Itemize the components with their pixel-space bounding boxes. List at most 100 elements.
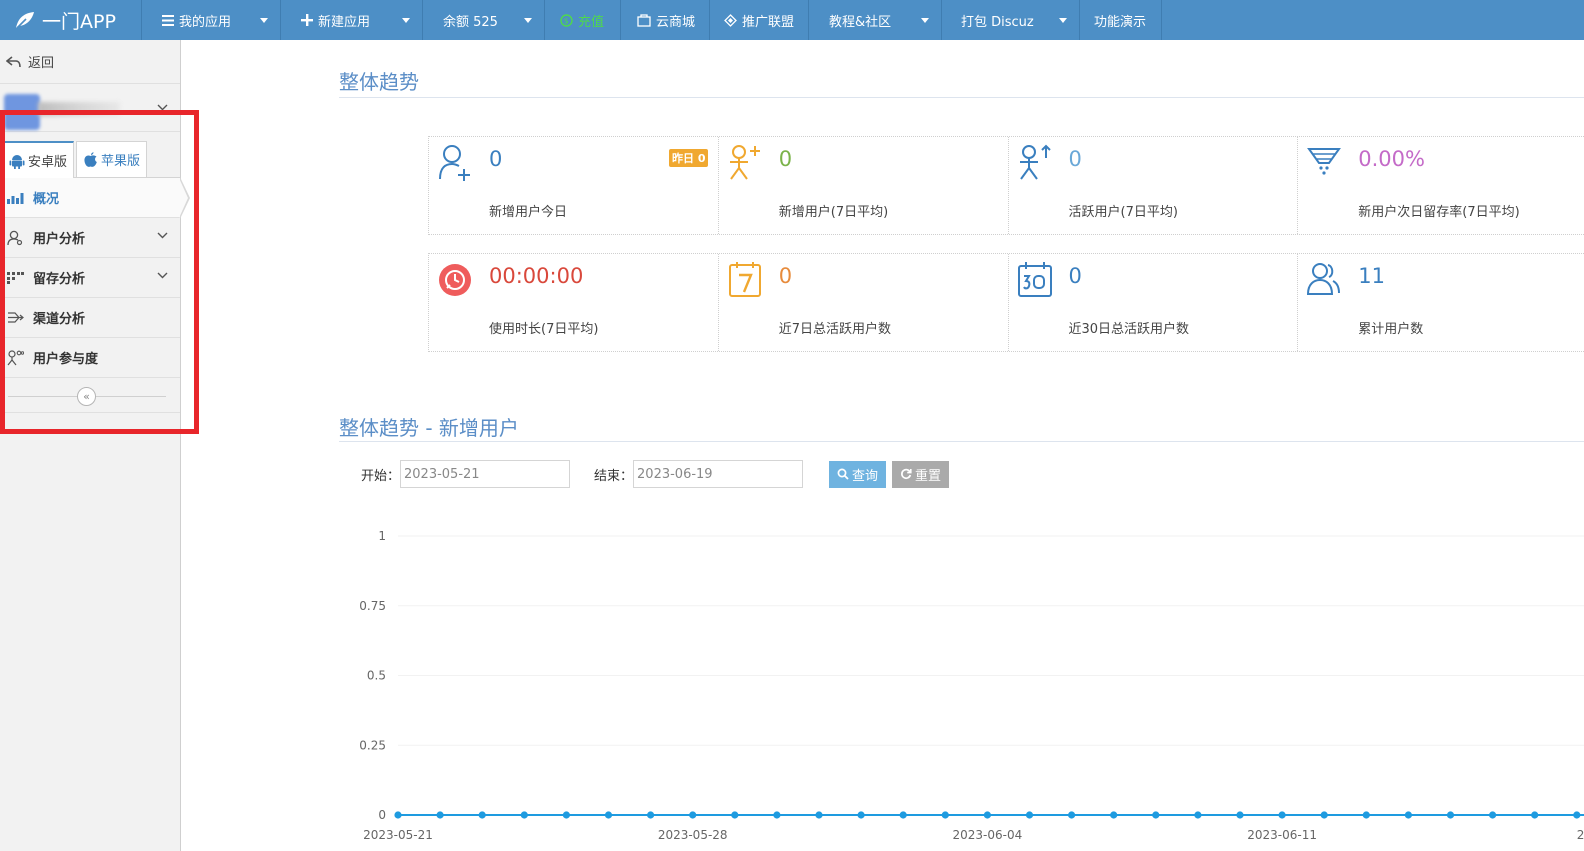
retention-icon [7,271,24,284]
user-plus-orange-icon [729,145,760,180]
bar-chart-icon [7,192,24,204]
nav-pack-discuz-label: 打包 Discuz [961,14,1034,30]
nav-feature-demo[interactable]: 功能演示 [1080,0,1162,40]
x-tick-label: 2023-05-28 [658,828,728,842]
tab-android-label: 安卓版 [28,155,68,170]
y-tick-label: 0.25 [359,738,386,752]
nav-pack-discuz[interactable]: 打包 Discuz [942,0,1080,40]
data-point [562,811,570,819]
data-point [689,811,697,819]
data-point [815,811,823,819]
menu-icon [162,14,174,26]
data-point [1404,811,1412,819]
sidebar-item-engagement[interactable]: 用户参与度 [0,338,180,378]
apple-icon [84,151,97,167]
double-chevron-left-icon: « [83,390,90,403]
data-point [1194,811,1202,819]
leaf-logo-icon [16,12,34,29]
nav-my-apps[interactable]: 我的应用 [142,0,281,40]
chevron-down-icon [921,17,929,23]
nav-new-app[interactable]: 新建应用 [281,0,423,40]
sidebar-item-overview[interactable]: 概况 [0,177,190,219]
stat-new-users-today: 0 昨日 0 新增用户今日 [429,137,719,234]
chevron-down-icon [1059,17,1067,23]
stat-label: 近30日总活跃用户数 [1068,322,1190,337]
sidebar-collapse-button[interactable]: « [77,387,96,406]
stat-value: 11 [1358,264,1385,288]
data-point [1446,811,1455,819]
x-tick-label: 2023-05-21 [363,828,433,842]
data-point [983,811,992,819]
chevron-down-icon [524,17,532,23]
brand-name: 一门APP [42,10,116,33]
brand-logo[interactable]: 一门APP [0,0,142,40]
reset-button[interactable]: 重置 [892,460,950,488]
y-tick-label: 0.5 [367,669,386,683]
refresh-icon [901,468,912,480]
sidebar-item-user-analysis[interactable]: 用户分析 [0,218,180,258]
sidebar-item-label: 用户参与度 [33,352,99,367]
stat-usage-duration: 00:00:00 使用时长(7日平均) [429,254,719,351]
stat-value: 0 [778,264,793,288]
data-point [857,811,865,819]
stat-new-users-7d-avg: 0 新增用户(7日平均) [719,137,1009,234]
tab-android[interactable]: 安卓版 [2,141,75,178]
end-date-input[interactable] [633,460,804,488]
overview-title: 整体趋势 [339,70,419,94]
stat-label: 新用户次日留存率(7日平均) [1358,205,1520,220]
app-selector[interactable] [0,84,180,132]
nav-cloud-store-label: 云商城 [656,14,696,30]
data-point [1236,811,1244,819]
overview-title-divider [339,97,1584,98]
x-tick-label: 2023-06-04 [953,828,1023,842]
stat-label: 使用时长(7日平均) [489,322,599,337]
chevron-down-icon [260,17,268,23]
sidebar-item-retention[interactable]: 留存分析 [0,258,180,298]
x-tick-label: 202 [1577,828,1584,842]
stat-value: 00:00:00 [489,264,584,288]
data-point [1320,811,1328,819]
data-point [1489,811,1497,819]
start-date-input[interactable] [400,460,571,488]
stats-row: 0 昨日 0 新增用户今日 0 新增用户(7日平均) 0 活跃用户(7日平均) … [428,136,1584,235]
data-point [436,811,444,819]
sidebar-item-label: 概况 [33,192,60,207]
nav-affiliate[interactable]: 推广联盟 [710,0,809,40]
trend-title-divider [339,441,1584,442]
nav-feature-demo-label: 功能演示 [1094,14,1147,30]
trend-title: 整体趋势 - 新增用户 [339,416,519,440]
chevron-down-icon [157,272,168,279]
back-button[interactable]: 返回 [0,40,180,84]
back-label: 返回 [28,56,55,71]
nav-cloud-store[interactable]: 云商城 [621,0,710,40]
stat-30d-active-total: 0 近30日总活跃用户数 [1009,254,1299,351]
stat-value: 0 [1068,147,1082,171]
tab-ios[interactable]: 苹果版 [76,141,148,177]
sidebar: 返回 安卓版 苹果版 概况 用户分析 留存分析 渠道分析 用户参与度 « [0,40,190,851]
recharge-icon: $ [560,13,573,27]
stat-value: 0 [1068,264,1082,288]
query-button[interactable]: 查询 [829,460,887,488]
stat-next-day-retention: 0.00% 新用户次日留存率(7日平均) [1298,137,1584,234]
nav-recharge[interactable]: $ 充值 [545,0,621,40]
stat-active-users-7d-avg: 0 活跃用户(7日平均) [1009,137,1299,234]
nav-affiliate-label: 推广联盟 [742,14,795,30]
sidebar-item-label: 用户分析 [33,232,86,247]
start-date-label: 开始： [361,468,401,484]
sidebar-collapse-row: « [0,378,180,413]
y-tick-label: 0.75 [359,599,386,613]
data-point [773,811,781,819]
y-tick-label: 0 [378,808,386,822]
y-tick-label: 1 [378,529,386,543]
stat-value: 0.00% [1358,147,1425,171]
store-icon [637,13,651,27]
android-icon [9,154,25,169]
nav-balance-label: 余额 525 [443,14,498,30]
data-point [647,811,655,819]
stats-grid: 0 昨日 0 新增用户今日 0 新增用户(7日平均) 0 活跃用户(7日平均) … [428,136,1584,352]
sidebar-item-channel[interactable]: 渠道分析 [0,298,180,338]
nav-tutorial-community[interactable]: 教程&社区 [809,0,942,40]
back-arrow-icon [6,55,21,67]
new-users-trend-chart: 0 0.25 0.5 0.75 1 2023-05-21 2023-05-28 2023-06… [359,529,1584,842]
nav-balance[interactable]: 余额 525 [423,0,545,40]
